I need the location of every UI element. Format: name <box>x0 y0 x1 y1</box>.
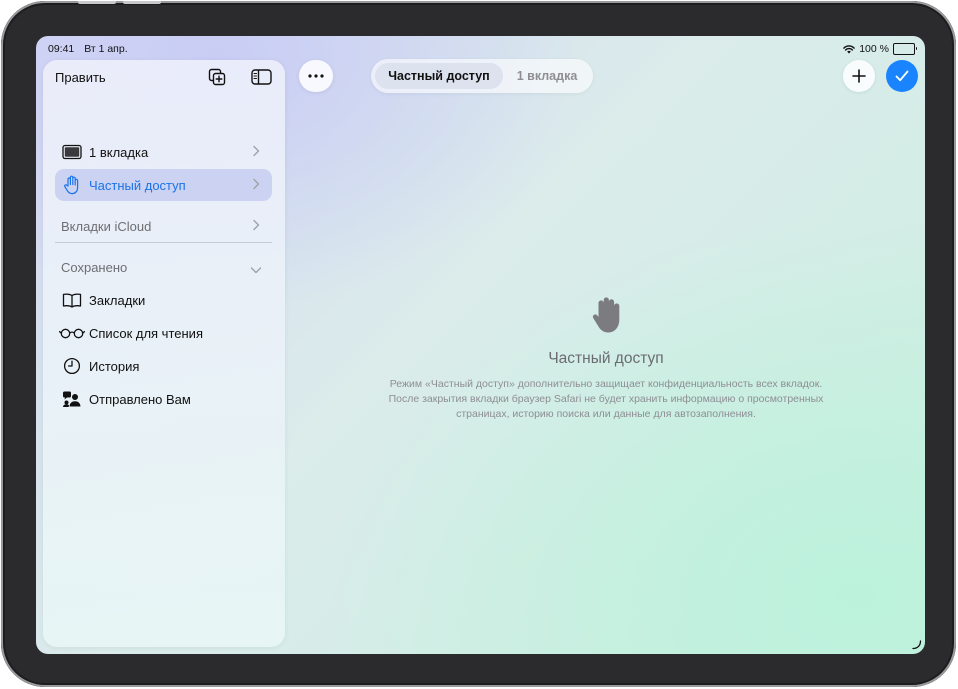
chevron-right-icon <box>252 145 260 160</box>
sidebar-item-label: Отправлено Вам <box>89 391 191 407</box>
more-options-button[interactable] <box>299 60 333 92</box>
sidebar-item-history[interactable]: История <box>55 350 272 382</box>
done-button[interactable] <box>886 60 918 92</box>
saved-section-header[interactable]: Сохранено <box>55 251 272 283</box>
plus-icon <box>852 69 866 83</box>
glasses-icon <box>59 323 85 343</box>
sidebar-item-label: Частный доступ <box>89 177 186 193</box>
sidebar-item-shared-with-you[interactable]: Отправлено Вам <box>55 383 272 415</box>
shared-with-you-icon <box>62 389 82 409</box>
section-label: Сохранено <box>61 259 128 275</box>
segment-tabs[interactable]: 1 вкладка <box>505 63 589 89</box>
chevron-right-icon <box>252 219 260 234</box>
sidebar-item-label: Закладки <box>89 292 146 308</box>
sidebar-item-bookmarks[interactable]: Закладки <box>55 284 272 316</box>
tab-group-segmented-control: Частный доступ 1 вкладка <box>371 59 593 93</box>
chevron-down-icon <box>250 262 262 277</box>
sidebar-item-label: История <box>89 358 140 374</box>
ellipsis-icon <box>308 74 324 78</box>
sidebar-toggle-icon[interactable] <box>249 66 273 88</box>
chevron-right-icon <box>252 178 260 193</box>
top-button <box>78 1 116 4</box>
status-bar: 09:41 Вт 1 апр. 100 % <box>48 43 917 57</box>
private-mode-description: Режим «Частный доступ» дополнительно защ… <box>388 378 824 420</box>
divider <box>55 242 272 243</box>
private-mode-panel: Частный доступ Режим «Частный доступ» до… <box>376 296 836 422</box>
sidebar-item-icloud-tabs[interactable]: Вкладки iCloud <box>55 210 272 242</box>
book-icon <box>62 290 82 310</box>
status-time: 09:41 <box>48 43 75 55</box>
sidebar-item-label: Вкладки iCloud <box>61 218 152 234</box>
segment-private[interactable]: Частный доступ <box>375 63 503 89</box>
sidebar-item-label: 1 вкладка <box>89 144 149 160</box>
hand-icon <box>62 175 82 195</box>
checkmark-icon <box>895 70 909 82</box>
top-button <box>123 1 161 4</box>
battery-percent: 100 % <box>859 43 889 55</box>
sidebar-item-private[interactable]: Частный доступ <box>55 169 272 201</box>
tablet-icon <box>62 142 82 162</box>
sidebar-item-tabs[interactable]: 1 вкладка <box>55 136 272 168</box>
wifi-icon <box>843 44 856 53</box>
battery-icon <box>893 43 917 55</box>
new-tab-button[interactable] <box>843 60 875 92</box>
sidebar-item-reading-list[interactable]: Список для чтения <box>55 317 272 349</box>
new-tab-group-icon[interactable] <box>205 66 229 88</box>
screen: 09:41 Вт 1 апр. 100 % Править 1 вкладка … <box>36 36 925 654</box>
private-mode-title: Частный доступ <box>548 350 664 367</box>
hand-raised-icon <box>592 297 620 333</box>
clock-icon <box>62 356 82 376</box>
sidebar-item-label: Список для чтения <box>89 325 203 341</box>
corner-indicator-icon <box>912 640 922 650</box>
ipad-frame: 09:41 Вт 1 апр. 100 % Править 1 вкладка … <box>1 1 956 687</box>
status-date: Вт 1 апр. <box>84 43 128 55</box>
sidebar: Править 1 вкладка Частный доступ Вкладки… <box>43 60 285 647</box>
edit-button[interactable]: Править <box>55 70 106 85</box>
